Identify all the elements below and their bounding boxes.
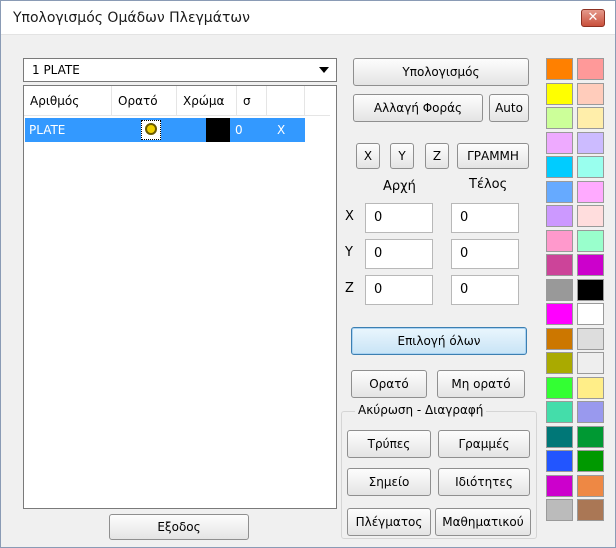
- color-swatch[interactable]: [577, 107, 604, 129]
- axis-x-label: X: [345, 209, 354, 224]
- color-swatch[interactable]: [546, 180, 573, 203]
- column-header-visible[interactable]: Ορατό: [112, 86, 177, 116]
- color-swatch[interactable]: [577, 131, 604, 154]
- row-name: PLATE: [29, 123, 66, 137]
- color-swatch[interactable]: [577, 376, 604, 399]
- color-swatch[interactable]: [577, 352, 604, 374]
- table-row[interactable]: PLATE 0 X: [25, 118, 305, 142]
- color-swatch[interactable]: [546, 499, 573, 521]
- row-sigma[interactable]: X: [277, 118, 285, 142]
- color-swatch[interactable]: [577, 278, 604, 301]
- column-header-sigma[interactable]: σ: [237, 86, 267, 116]
- color-swatch[interactable]: [546, 303, 573, 325]
- end-z-input[interactable]: 0: [451, 275, 519, 305]
- auto-button[interactable]: Auto: [489, 94, 529, 122]
- color-swatch[interactable]: [577, 450, 604, 472]
- line-button[interactable]: ΓΡΑΜΜΗ: [457, 143, 529, 169]
- color-swatch[interactable]: [546, 352, 573, 374]
- column-header-color[interactable]: Χρώμα: [177, 86, 237, 116]
- color-swatch[interactable]: [577, 156, 604, 178]
- visible-toggle[interactable]: [141, 120, 161, 140]
- properties-button[interactable]: Ιδιότητες: [438, 468, 530, 496]
- end-label: Τέλος: [469, 177, 508, 192]
- color-swatch[interactable]: [546, 58, 573, 80]
- row-color-swatch[interactable]: [206, 118, 230, 142]
- bulb-icon: [145, 123, 157, 135]
- table-header: Αριθμός Ορατό Χρώμα σ: [24, 86, 330, 116]
- color-swatch[interactable]: [546, 425, 573, 448]
- exit-button[interactable]: Εξοδος: [109, 514, 249, 540]
- color-palette: [546, 58, 608, 522]
- not-visible-button[interactable]: Μη ορατό: [437, 370, 525, 398]
- title-bar: Υπολογισμός Ομάδων Πλεγμάτων ✕: [1, 1, 615, 35]
- close-button[interactable]: ✕: [581, 9, 605, 27]
- color-swatch[interactable]: [546, 278, 573, 301]
- column-header-empty: [267, 86, 305, 116]
- groups-table[interactable]: Αριθμός Ορατό Χρώμα σ PLATE 0 X: [23, 85, 337, 509]
- color-swatch[interactable]: [546, 229, 573, 252]
- color-swatch[interactable]: [546, 205, 573, 227]
- color-swatch[interactable]: [546, 474, 573, 497]
- color-swatch[interactable]: [577, 82, 604, 105]
- color-swatch[interactable]: [577, 254, 604, 276]
- axis-y-label: Y: [345, 245, 353, 260]
- color-swatch[interactable]: [577, 425, 604, 448]
- y-button[interactable]: Y: [390, 143, 414, 169]
- color-swatch[interactable]: [577, 303, 604, 325]
- dialog-window: Υπολογισμός Ομάδων Πλεγμάτων ✕ 1 PLATE Α…: [0, 0, 616, 548]
- start-z-input[interactable]: 0: [365, 275, 433, 305]
- color-swatch[interactable]: [546, 82, 573, 105]
- color-swatch[interactable]: [577, 401, 604, 423]
- color-swatch[interactable]: [546, 254, 573, 276]
- color-swatch[interactable]: [577, 499, 604, 521]
- color-swatch[interactable]: [546, 450, 573, 472]
- cancel-delete-group-title: Ακύρωση - Διαγραφή: [355, 403, 487, 417]
- color-swatch[interactable]: [577, 474, 604, 497]
- x-button[interactable]: X: [356, 143, 380, 169]
- axis-z-label: Z: [345, 281, 354, 296]
- color-swatch[interactable]: [577, 327, 604, 350]
- color-swatch[interactable]: [577, 58, 604, 80]
- end-x-input[interactable]: 0: [451, 203, 519, 233]
- mesh-button[interactable]: Πλέγματος: [347, 508, 431, 536]
- holes-button[interactable]: Τρύπες: [347, 430, 431, 458]
- color-swatch[interactable]: [546, 376, 573, 399]
- lines-button[interactable]: Γραμμές: [438, 430, 530, 458]
- color-swatch[interactable]: [546, 156, 573, 178]
- mathematical-button[interactable]: Μαθηματικού: [435, 508, 531, 536]
- color-swatch[interactable]: [577, 180, 604, 203]
- color-swatch[interactable]: [577, 229, 604, 252]
- start-label: Αρχή: [383, 179, 416, 194]
- change-direction-button[interactable]: Αλλαγή Φοράς: [353, 94, 483, 122]
- visible-button[interactable]: Ορατό: [351, 370, 427, 398]
- start-x-input[interactable]: 0: [365, 203, 433, 233]
- chevron-down-icon[interactable]: [319, 67, 329, 73]
- color-swatch[interactable]: [577, 205, 604, 227]
- calculate-button[interactable]: Υπολογισμός: [353, 58, 529, 86]
- z-button[interactable]: Z: [425, 143, 449, 169]
- group-select-value: 1 PLATE: [32, 63, 80, 77]
- color-swatch[interactable]: [546, 327, 573, 350]
- point-button[interactable]: Σημείο: [347, 468, 431, 496]
- column-header-number[interactable]: Αριθμός: [24, 86, 112, 116]
- row-color-value: 0: [235, 123, 243, 137]
- color-swatch[interactable]: [546, 131, 573, 154]
- group-select[interactable]: 1 PLATE: [23, 58, 337, 82]
- select-all-button[interactable]: Επιλογή όλων: [351, 327, 527, 355]
- color-swatch[interactable]: [546, 107, 573, 129]
- color-swatch[interactable]: [546, 401, 573, 423]
- end-y-input[interactable]: 0: [451, 239, 519, 269]
- start-y-input[interactable]: 0: [365, 239, 433, 269]
- window-title: Υπολογισμός Ομάδων Πλεγμάτων: [13, 10, 250, 26]
